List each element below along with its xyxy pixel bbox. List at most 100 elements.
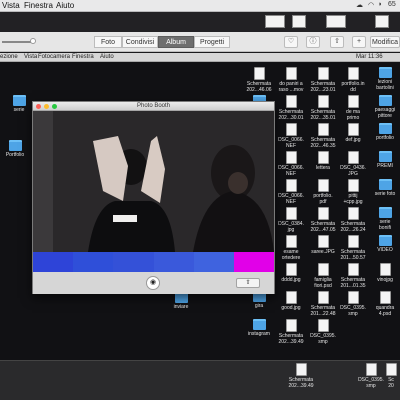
desktop-item-label: Portfolio — [5, 152, 25, 158]
volume-icon[interactable]: ◗ — [378, 1, 382, 8]
desktop-file[interactable]: portfolio. pdf — [308, 179, 338, 205]
file-icon — [347, 263, 359, 276]
info-icon[interactable]: ⓘ — [306, 36, 320, 48]
desktop-folder[interactable]: serie — [4, 95, 34, 113]
tab-album[interactable]: Album — [158, 36, 194, 48]
menu-vista[interactable]: Vista — [2, 1, 20, 10]
wifi-icon[interactable]: ◠ — [368, 1, 374, 9]
close-icon[interactable] — [36, 104, 41, 109]
desktop-file[interactable]: Schermata 201...22.48 — [308, 291, 338, 317]
desktop-item-label: vinojpg — [377, 277, 393, 283]
photo-booth-window[interactable]: Photo Booth ◉ ⇧ — [32, 101, 275, 294]
desktop-file[interactable]: famiglia fiori.psd — [308, 263, 338, 289]
desktop-file[interactable]: DSC_0066. NEF — [276, 179, 306, 205]
desktop-item-label: gira — [254, 303, 264, 309]
desktop-folder[interactable]: portfolio — [370, 123, 400, 141]
desktop-file[interactable]: def.jpg — [338, 123, 368, 143]
menu-aiuto[interactable]: Aiuto — [56, 1, 74, 10]
photo-booth-controls: ◉ ⇧ — [33, 272, 274, 294]
tab-condivisi[interactable]: Condivisi — [122, 36, 158, 48]
desktop-file[interactable]: Schermata 202...23.01 — [308, 67, 338, 93]
desktop-file[interactable]: quandra 4.psd — [370, 291, 400, 317]
desktop-folder[interactable]: serie bonifi — [370, 207, 400, 231]
menu-item[interactable]: Finestra — [72, 54, 94, 60]
desktop-file[interactable]: pittij +cpp.jpg — [338, 179, 368, 205]
tab-foto[interactable]: Foto — [94, 36, 122, 48]
desktop-item-label: Schermata 202...39.49 — [288, 377, 314, 389]
desktop-file[interactable]: vinojpg — [370, 263, 400, 283]
desktop-item-label: DSC_0384. jpg — [278, 221, 304, 233]
heart-icon[interactable]: ♡ — [284, 36, 298, 48]
desktop-file[interactable]: DSC_0436. JPG — [338, 151, 368, 177]
desktop-item-label: pittij +cpp.jpg — [343, 193, 363, 205]
menu-item[interactable]: Aiuto — [100, 54, 114, 60]
desktop-file[interactable]: Schermata 201...50.57 — [338, 235, 368, 261]
file-icon — [285, 291, 297, 304]
battery-level[interactable]: 65 — [388, 1, 396, 8]
menu-item[interactable]: Fotocamera — [38, 54, 70, 60]
desktop-file[interactable]: Schermata 202...35.01 — [308, 95, 338, 121]
desktop-folder[interactable]: VIDEO — [370, 235, 400, 253]
desktop-folder[interactable]: serie foto — [370, 179, 400, 197]
desktop-file[interactable]: Schermata 202...30.01 — [276, 95, 306, 121]
desktop-file[interactable]: Schermata 202...39.49 — [286, 363, 316, 389]
desktop-item-label: serie — [13, 107, 25, 113]
file-icon — [347, 151, 359, 164]
desktop-folder[interactable]: instagram — [244, 319, 274, 337]
screenshot-thumbnail[interactable] — [292, 15, 306, 28]
desktop-file[interactable]: dddd.jpg — [276, 263, 306, 283]
desktop-file[interactable]: saree.JPG — [308, 235, 338, 255]
zoom-slider[interactable] — [2, 41, 32, 43]
file-icon — [317, 95, 329, 108]
desktop-file[interactable]: do paniri a raso ...mov — [276, 67, 306, 93]
desktop-file[interactable]: good.jpg — [276, 291, 306, 311]
desktop-file[interactable]: Schermata 202...47.05 — [308, 207, 338, 233]
desktop-file[interactable]: de ma primo — [338, 95, 368, 121]
cloud-icon[interactable]: ☁ — [356, 1, 363, 9]
share-icon[interactable]: ⇧ — [330, 36, 344, 48]
file-icon — [285, 263, 297, 276]
menu-item[interactable]: ezione — [0, 54, 18, 60]
desktop-folder[interactable]: paesaggi pittore — [370, 95, 400, 119]
desktop-file[interactable]: DSC_0066. NEF — [276, 151, 306, 177]
desktop-file[interactable]: Schermata 202...26.24 — [338, 207, 368, 233]
desktop-item-label: Schermata 201...50.57 — [340, 249, 366, 261]
camera-shutter-button[interactable]: ◉ — [146, 276, 160, 290]
window-titlebar[interactable]: Photo Booth — [33, 102, 274, 111]
desktop-file[interactable]: Schermata 202...46.35 — [308, 123, 338, 149]
minimize-icon[interactable] — [44, 104, 49, 109]
desktop-file[interactable]: DSC_0066. NEF — [276, 123, 306, 149]
edit-button[interactable]: Modifica — [370, 36, 400, 48]
share-button[interactable]: ⇧ — [236, 278, 260, 288]
screenshot-thumbnail[interactable] — [265, 15, 285, 28]
desktop-item-label: Schermata 201...22.48 — [310, 305, 336, 317]
desktop-folder[interactable]: PREMI — [370, 151, 400, 169]
desktop-file[interactable]: lettera — [308, 151, 338, 171]
zoom-slider-handle[interactable] — [30, 38, 36, 44]
desktop-file[interactable]: Schermata 201...01.35 — [338, 263, 368, 289]
menu-finestra[interactable]: Finestra — [24, 1, 53, 10]
desktop-file[interactable]: DSC_0384. jpg — [276, 207, 306, 233]
screenshot-thumbnail[interactable] — [326, 15, 346, 28]
desktop-file[interactable]: Schermata 202...39.49 — [276, 319, 306, 345]
folder-icon — [252, 319, 266, 330]
menu-item[interactable]: Vista — [24, 54, 37, 60]
photos-toolbar: Foto Condivisi Album Progetti ♡ ⓘ ⇧ + Mo… — [0, 32, 400, 52]
desktop-file[interactable]: Schermata 202...46.06 — [244, 67, 274, 93]
desktop-folder[interactable]: Portfolio — [0, 140, 30, 158]
screenshot-thumbnail[interactable] — [375, 15, 389, 28]
add-icon[interactable]: + — [352, 36, 366, 48]
zoom-icon[interactable] — [52, 104, 57, 109]
desktop-file[interactable]: DSC_0395. smp — [338, 291, 368, 317]
folder-icon — [378, 207, 392, 218]
desktop-folder[interactable]: lezioni bartolini — [370, 67, 400, 91]
desktop-item-label: Schermata 202...39.49 — [278, 333, 304, 345]
desktop-folder[interactable]: inviare — [166, 292, 196, 310]
file-icon — [285, 319, 297, 332]
desktop-file[interactable]: Sc 20 — [382, 363, 400, 389]
desktop-file[interactable]: portfolio.in dd — [338, 67, 368, 93]
desktop-file[interactable]: DSC_0395. smp — [308, 319, 338, 345]
file-icon — [385, 363, 397, 376]
desktop-file[interactable]: esame ortedere — [276, 235, 306, 261]
tab-progetti[interactable]: Progetti — [194, 36, 230, 48]
